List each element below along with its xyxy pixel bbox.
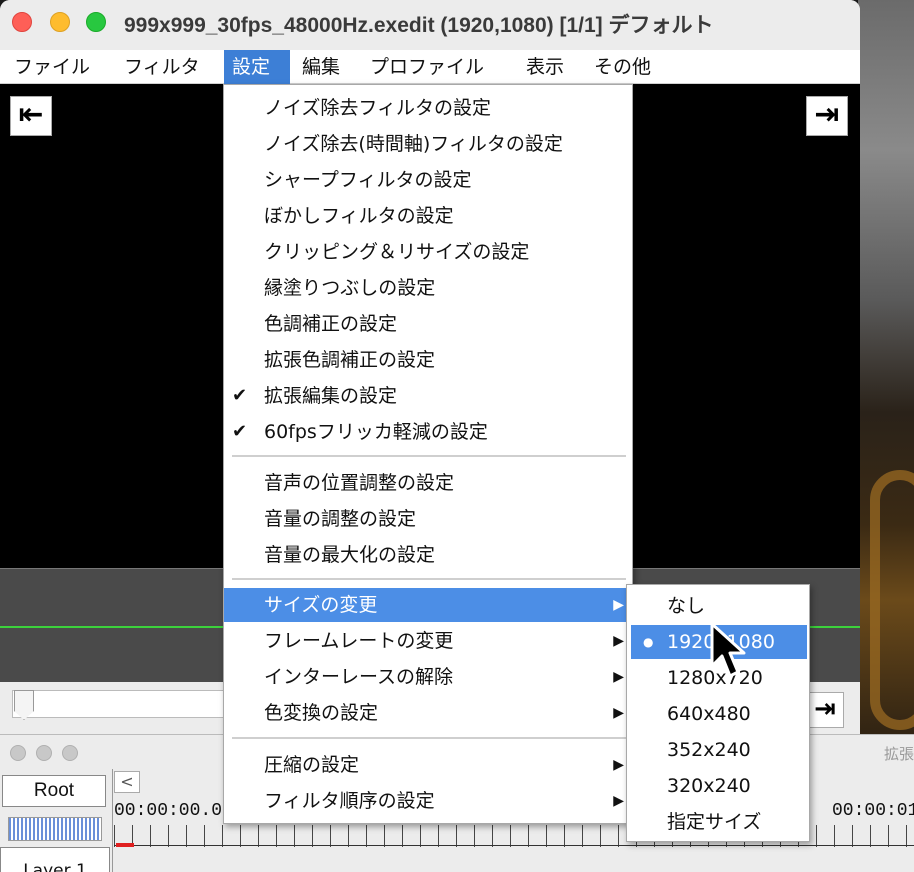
menu-item-label: シャープフィルタの設定 bbox=[264, 169, 472, 191]
menu-item-label: 音量の最大化の設定 bbox=[264, 544, 436, 566]
menu-separator bbox=[232, 737, 626, 739]
timeline-title: 拡張 bbox=[884, 745, 914, 763]
menu-item-ext-color-correction[interactable]: 拡張色調補正の設定 bbox=[224, 343, 632, 377]
size-option-640x480[interactable]: 640x480 bbox=[631, 697, 807, 731]
size-option-none[interactable]: なし bbox=[631, 589, 807, 623]
minimize-window-button[interactable] bbox=[50, 12, 70, 32]
close-window-button[interactable] bbox=[12, 12, 32, 32]
check-icon: ✔ bbox=[232, 421, 248, 442]
menu-view[interactable]: 表示 bbox=[518, 50, 572, 84]
collapse-icon[interactable]: < bbox=[114, 771, 140, 793]
menu-filter[interactable]: フィルタ bbox=[116, 50, 208, 84]
chevron-right-icon: ▶ bbox=[613, 705, 624, 721]
chevron-right-icon: ▶ bbox=[613, 633, 624, 649]
menu-settings[interactable]: 設定 bbox=[224, 50, 290, 84]
menu-item-frame-rate[interactable]: フレームレートの変更 ▶ bbox=[224, 624, 632, 658]
chevron-right-icon: ▶ bbox=[613, 793, 624, 809]
menu-item-label: 縁塗りつぶしの設定 bbox=[264, 277, 436, 299]
next-frame-icon[interactable]: ⇥ bbox=[806, 692, 844, 728]
menu-edit[interactable]: 編集 bbox=[294, 50, 348, 84]
menu-item-label: 音量の調整の設定 bbox=[264, 508, 417, 530]
zoom-window-button[interactable] bbox=[86, 12, 106, 32]
go-to-end-icon[interactable]: ⇥ bbox=[806, 96, 848, 136]
menu-item-clip-resize[interactable]: クリッピング＆リサイズの設定 bbox=[224, 235, 632, 269]
menu-item-volume-adjust[interactable]: 音量の調整の設定 bbox=[224, 502, 632, 536]
menu-item-label: 色調補正の設定 bbox=[264, 313, 398, 335]
menu-item-label: フィルタ順序の設定 bbox=[264, 790, 435, 812]
size-option-custom[interactable]: 指定サイズ bbox=[631, 805, 807, 839]
menu-file[interactable]: ファイル bbox=[6, 50, 98, 84]
ruler-baseline bbox=[114, 845, 914, 846]
menu-item-label: 拡張編集の設定 bbox=[264, 385, 398, 407]
size-option-label: 指定サイズ bbox=[667, 811, 762, 833]
menu-item-blur-filter[interactable]: ぼかしフィルタの設定 bbox=[224, 199, 632, 233]
menu-item-label: インターレースの解除 bbox=[264, 666, 454, 688]
menu-item-resize[interactable]: サイズの変更 ▶ bbox=[224, 588, 632, 622]
audio-waveform bbox=[8, 817, 102, 841]
mouse-pointer-icon bbox=[710, 622, 746, 678]
menu-item-temporal-noise-filter[interactable]: ノイズ除去(時間軸)フィルタの設定 bbox=[224, 127, 632, 161]
root-button[interactable]: Root bbox=[2, 775, 106, 807]
chevron-right-icon: ▶ bbox=[613, 597, 624, 613]
menu-item-filter-order[interactable]: フィルタ順序の設定 ▶ bbox=[224, 784, 632, 818]
menu-item-label: 圧縮の設定 bbox=[264, 754, 360, 776]
size-option-label: なし bbox=[667, 595, 706, 617]
menu-item-flicker-reduction[interactable]: ✔ 60fpsフリッカ軽減の設定 bbox=[224, 415, 632, 449]
check-icon: ✔ bbox=[232, 385, 248, 406]
menu-profile[interactable]: プロファイル bbox=[362, 50, 492, 84]
menu-item-label: ノイズ除去(時間軸)フィルタの設定 bbox=[264, 133, 563, 155]
menu-item-label: クリッピング＆リサイズの設定 bbox=[264, 241, 530, 263]
menu-item-sharpen-filter[interactable]: シャープフィルタの設定 bbox=[224, 163, 632, 197]
menu-item-label: ぼかしフィルタの設定 bbox=[264, 205, 454, 227]
chevron-right-icon: ▶ bbox=[613, 757, 624, 773]
timecode-marker: 00:00:01 bbox=[832, 801, 914, 821]
menu-separator bbox=[232, 455, 626, 457]
size-option-352x240[interactable]: 352x240 bbox=[631, 733, 807, 767]
settings-menu: ノイズ除去フィルタの設定 ノイズ除去(時間軸)フィルタの設定 シャープフィルタの… bbox=[223, 84, 633, 824]
menu-item-border-fill[interactable]: 縁塗りつぶしの設定 bbox=[224, 271, 632, 305]
menu-item-label: ノイズ除去フィルタの設定 bbox=[264, 97, 492, 119]
layer-1-button[interactable]: Layer 1 bbox=[0, 847, 110, 872]
menu-item-volume-maximize[interactable]: 音量の最大化の設定 bbox=[224, 538, 632, 572]
menu-item-color-conversion[interactable]: 色変換の設定 ▶ bbox=[224, 696, 632, 730]
menu-item-label: 色変換の設定 bbox=[264, 702, 379, 724]
timeline-close-button[interactable] bbox=[10, 745, 26, 761]
menu-bar: ファイル フィルタ 設定 編集 プロファイル 表示 その他 bbox=[0, 50, 860, 84]
menu-item-ext-edit[interactable]: ✔ 拡張編集の設定 bbox=[224, 379, 632, 413]
menu-other[interactable]: その他 bbox=[586, 50, 659, 84]
size-option-label: 320x240 bbox=[667, 775, 751, 797]
title-bar[interactable]: 999x999_30fps_48000Hz.exedit (1920,1080)… bbox=[0, 0, 860, 46]
window-title: 999x999_30fps_48000Hz.exedit (1920,1080)… bbox=[124, 14, 714, 37]
go-to-start-icon[interactable]: ⇤ bbox=[10, 96, 52, 136]
playhead[interactable] bbox=[116, 843, 134, 847]
frame-slider[interactable] bbox=[12, 690, 232, 718]
menu-separator bbox=[232, 578, 626, 580]
menu-item-label: サイズの変更 bbox=[264, 594, 378, 616]
timeline-zoom-button[interactable] bbox=[62, 745, 78, 761]
menu-item-label: 拡張色調補正の設定 bbox=[264, 349, 436, 371]
size-option-320x240[interactable]: 320x240 bbox=[631, 769, 807, 803]
chevron-right-icon: ▶ bbox=[613, 669, 624, 685]
menu-item-compression[interactable]: 圧縮の設定 ▶ bbox=[224, 748, 632, 782]
menu-item-deinterlace[interactable]: インターレースの解除 ▶ bbox=[224, 660, 632, 694]
radio-dot-icon: ● bbox=[643, 635, 654, 649]
menu-item-noise-filter[interactable]: ノイズ除去フィルタの設定 bbox=[224, 91, 632, 125]
size-option-label: 352x240 bbox=[667, 739, 751, 761]
background-photo bbox=[858, 0, 914, 750]
menu-item-label: 60fpsフリッカ軽減の設定 bbox=[264, 421, 488, 443]
menu-item-label: フレームレートの変更 bbox=[264, 630, 454, 652]
timeline-divider bbox=[112, 769, 113, 872]
timeline-minimize-button[interactable] bbox=[36, 745, 52, 761]
timecode-start: 00:00:00.00 bbox=[114, 801, 233, 821]
size-option-label: 640x480 bbox=[667, 703, 751, 725]
menu-item-label: 音声の位置調整の設定 bbox=[264, 472, 455, 494]
menu-item-audio-position[interactable]: 音声の位置調整の設定 bbox=[224, 466, 632, 500]
menu-item-color-correction[interactable]: 色調補正の設定 bbox=[224, 307, 632, 341]
background-glow bbox=[870, 470, 914, 730]
